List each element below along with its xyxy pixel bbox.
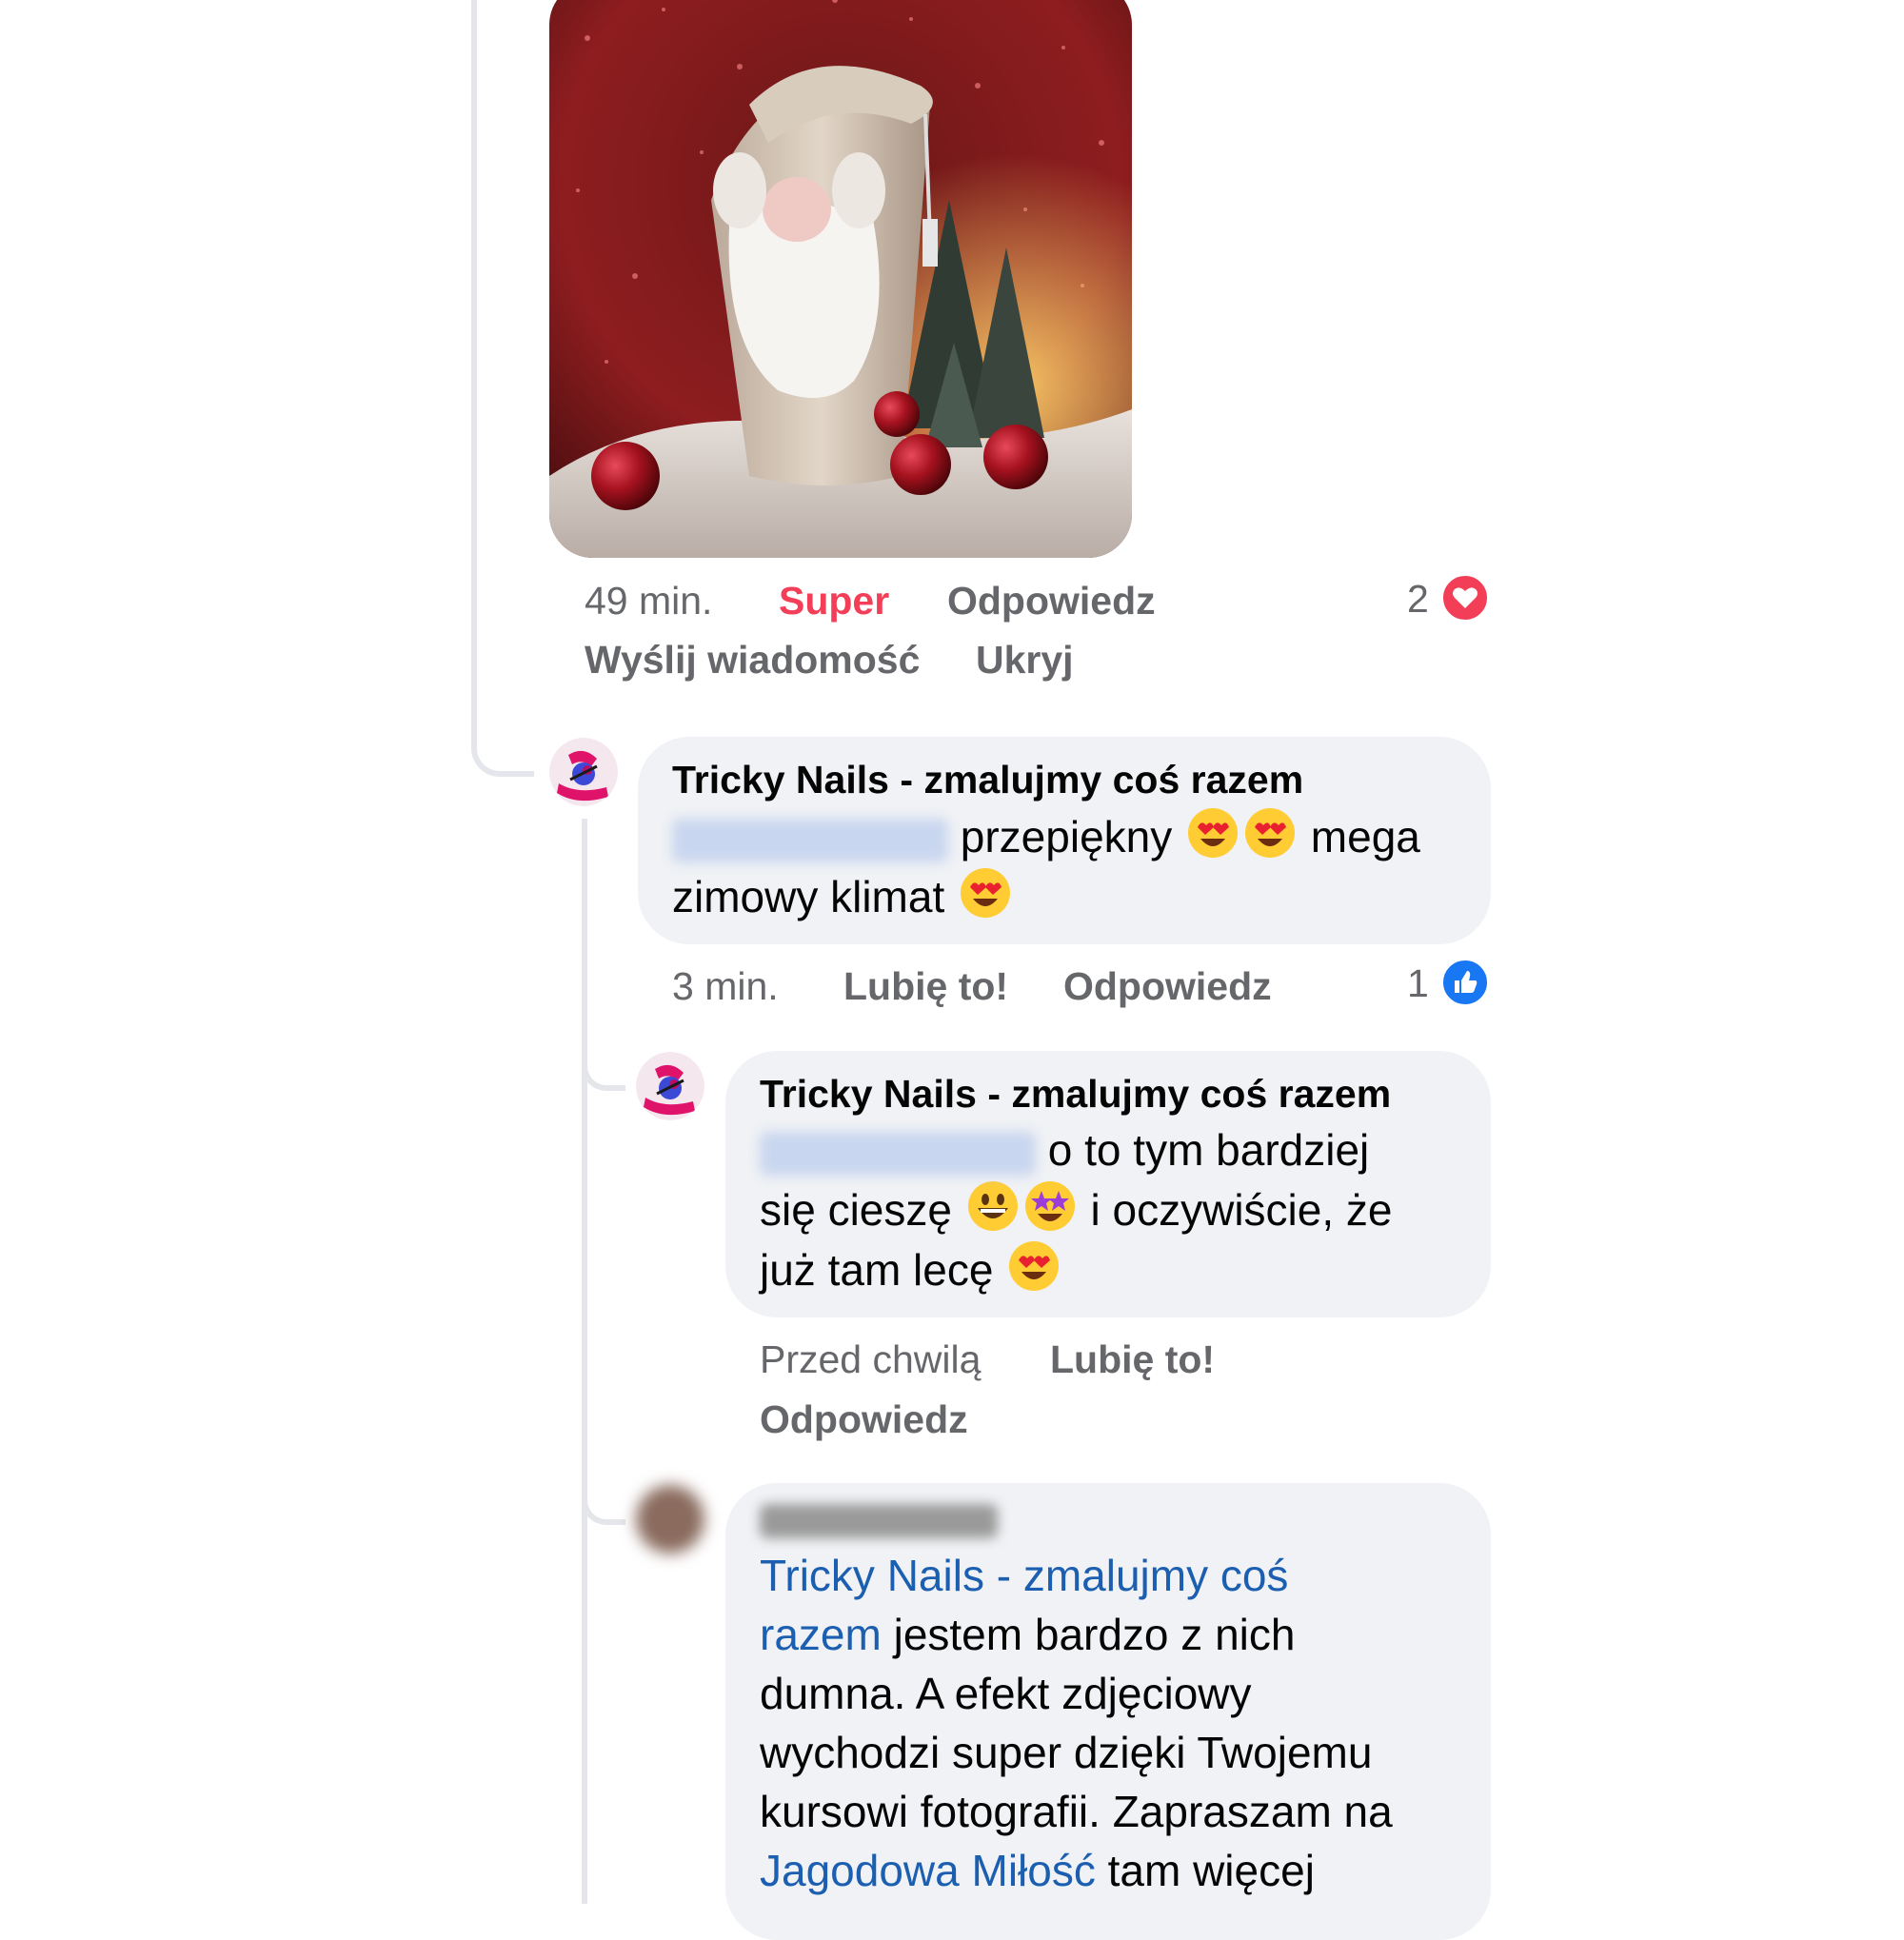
- comment-text: o to tym bardziej się cieszę i oczywiści…: [760, 1120, 1457, 1299]
- comment-text: Tricky Nails - zmalujmy coś razem jestem…: [760, 1546, 1457, 1900]
- heart-icon: [1441, 574, 1489, 622]
- comment-text-part: się cieszę: [760, 1185, 952, 1235]
- mention-link[interactable]: Tricky Nails - zmalujmy coś: [760, 1551, 1288, 1600]
- avatar[interactable]: [636, 1052, 704, 1120]
- hide-button[interactable]: Ukryj: [976, 638, 1074, 683]
- heart-eyes-emoji-icon: [1188, 808, 1239, 858]
- comment-author[interactable]: Tricky Nails - zmalujmy coś razem: [672, 758, 1457, 802]
- comment-text-part: kursowi fotografii. Zapraszam na: [760, 1787, 1393, 1836]
- heart-eyes-emoji-icon: [961, 868, 1011, 918]
- comment-text-part: przepiękny: [960, 812, 1173, 861]
- comment-text-part: tam więcej: [1095, 1846, 1315, 1895]
- comment-text-part: zimowy klimat: [672, 872, 945, 921]
- mention-link[interactable]: razem: [760, 1610, 882, 1659]
- comment-text-part: jestem bardzo z nich: [893, 1610, 1296, 1659]
- comment-author[interactable]: Tricky Nails - zmalujmy coś razem: [760, 1072, 1457, 1117]
- like-button[interactable]: Lubię to!: [843, 964, 1008, 1009]
- comment-text-part: dumna. A efekt zdjęciowy: [760, 1669, 1252, 1718]
- comment-bubble: Tricky Nails - zmalujmy coś razem jestem…: [725, 1483, 1491, 1940]
- like-button[interactable]: Lubię to!: [1050, 1337, 1215, 1382]
- like-icon: [1441, 959, 1489, 1006]
- reply-button[interactable]: Odpowiedz: [760, 1397, 968, 1442]
- comment-text-part: wychodzi super dzięki Twojemu: [760, 1728, 1373, 1777]
- reaction-count[interactable]: 1: [1407, 961, 1429, 1006]
- comment-bubble: Tricky Nails - zmalujmy coś razem przepi…: [638, 737, 1491, 944]
- comment-time[interactable]: 3 min.: [672, 964, 779, 1009]
- heart-eyes-emoji-icon: [1009, 1241, 1060, 1291]
- thread-line-reply-3: [582, 1428, 625, 1525]
- blurred-author-name[interactable]: [760, 1504, 998, 1538]
- star-struck-emoji-icon: [1024, 1181, 1075, 1231]
- comment-text-part: mega: [1310, 812, 1420, 861]
- comment-time[interactable]: Przed chwilą: [760, 1337, 981, 1382]
- reply-button[interactable]: Odpowiedz: [947, 579, 1156, 624]
- thread-line-main: [471, 0, 534, 777]
- blurred-mention: [760, 1131, 1036, 1176]
- avatar[interactable]: [549, 738, 618, 806]
- tricky-nails-avatar-image: [549, 738, 618, 806]
- comment-bubble: Tricky Nails - zmalujmy coś razem o to t…: [725, 1051, 1491, 1317]
- avatar[interactable]: [636, 1485, 704, 1554]
- grinning-emoji-icon: [967, 1181, 1018, 1231]
- super-reaction-button[interactable]: Super: [779, 579, 889, 624]
- reply-button[interactable]: Odpowiedz: [1063, 964, 1272, 1009]
- comment-text-part: już tam lecę: [760, 1245, 994, 1295]
- comment-text: przepiękny mega zimowy klimat: [672, 806, 1457, 926]
- comment-text-part: o to tym bardziej: [1047, 1125, 1370, 1175]
- reaction-count[interactable]: 2: [1407, 577, 1429, 622]
- blurred-mention: [672, 818, 948, 862]
- thread-line-reply-2: [582, 1009, 625, 1091]
- mention-link[interactable]: Jagodowa Miłość: [760, 1846, 1096, 1895]
- comment-text-part: i oczywiście, że: [1090, 1185, 1393, 1235]
- heart-eyes-emoji-icon: [1245, 808, 1296, 858]
- post-time[interactable]: 49 min.: [585, 579, 712, 624]
- send-message-button[interactable]: Wyślij wiadomość: [585, 638, 920, 683]
- comment-photo[interactable]: [549, 0, 1132, 558]
- thread-line-replies: [582, 819, 587, 1904]
- gnome-christmas-photo: [549, 0, 1132, 558]
- tricky-nails-avatar-image: [636, 1052, 704, 1120]
